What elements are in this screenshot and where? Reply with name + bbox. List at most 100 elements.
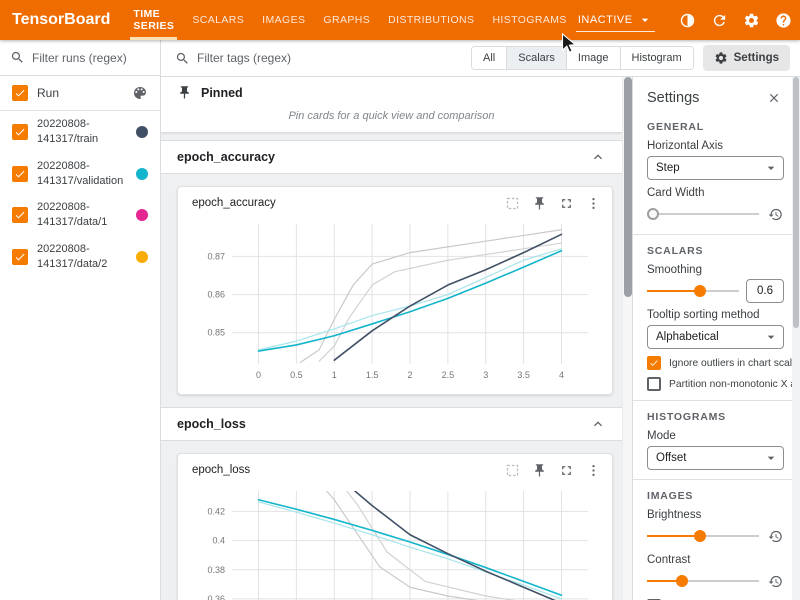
contrast-label: Contrast <box>647 554 784 566</box>
chip-all[interactable]: All <box>472 47 506 69</box>
ignore-outliers-checkbox[interactable] <box>647 356 661 370</box>
run-color-dot <box>136 251 148 263</box>
fullscreen-icon[interactable] <box>557 461 575 479</box>
run-list-item-train[interactable]: 20220808-141317/train <box>0 111 160 153</box>
tag-filter-row: All Scalars Image Histogram Settings <box>161 40 800 77</box>
section-header-epoch-accuracy[interactable]: epoch_accuracy <box>161 140 622 174</box>
pin-icon <box>177 85 192 100</box>
run-list-item-data-2[interactable]: 20220808-141317/data/2 <box>0 236 160 278</box>
reset-icon <box>768 574 783 589</box>
card-width-reset-button[interactable] <box>766 205 784 223</box>
collapse-chevron-icon[interactable] <box>590 416 606 432</box>
line-chart-epoch-loss[interactable]: 00.511.522.533.540.360.380.40.42 <box>178 479 612 600</box>
partition-x-axis-checkbox[interactable] <box>647 377 661 391</box>
line-chart-epoch-accuracy[interactable]: 00.511.522.533.540.850.860.87 <box>178 212 612 394</box>
smoothing-slider[interactable] <box>647 282 739 300</box>
svg-text:0.87: 0.87 <box>207 251 225 261</box>
smoothing-value-input[interactable] <box>746 279 784 303</box>
svg-text:1.5: 1.5 <box>366 370 379 380</box>
chip-image[interactable]: Image <box>566 47 620 69</box>
brightness-slider-thumb[interactable] <box>694 530 706 542</box>
run-checkbox[interactable] <box>12 124 28 140</box>
gear-icon <box>714 51 728 65</box>
gear-icon <box>743 12 760 29</box>
svg-text:4: 4 <box>559 370 564 380</box>
tab-time-series[interactable]: TIME SERIES <box>124 0 183 40</box>
top-app-bar: TensorBoard TIME SERIES SCALARS IMAGES G… <box>0 0 800 40</box>
fit-domain-icon[interactable] <box>503 461 521 479</box>
svg-text:2.5: 2.5 <box>442 370 455 380</box>
theme-toggle-button[interactable] <box>675 7 701 33</box>
card-width-slider[interactable] <box>647 205 759 223</box>
tooltip-sorting-select[interactable]: Alphabetical <box>647 325 784 349</box>
scalar-card-epoch-loss: epoch_loss 00.511.522.533.540.360.380.40… <box>177 453 613 600</box>
contrast-icon <box>679 12 696 29</box>
svg-text:0.36: 0.36 <box>207 594 225 600</box>
reload-status-dropdown[interactable]: INACTIVE <box>576 9 655 32</box>
tab-histograms[interactable]: HISTOGRAMS <box>483 0 575 40</box>
close-settings-button[interactable] <box>764 88 784 108</box>
refresh-button[interactable] <box>707 7 733 33</box>
chevron-down-icon <box>763 329 779 345</box>
open-settings-button[interactable]: Settings <box>703 45 790 71</box>
contrast-slider-thumb[interactable] <box>676 575 688 587</box>
more-options-icon[interactable] <box>584 461 602 479</box>
run-list-item-validation[interactable]: 20220808-141317/validation <box>0 153 160 195</box>
pin-card-icon[interactable] <box>530 194 548 212</box>
smoothing-slider-thumb[interactable] <box>694 285 706 297</box>
chip-scalars[interactable]: Scalars <box>506 47 566 69</box>
brightness-reset-button[interactable] <box>766 527 784 545</box>
filter-tags-input[interactable] <box>197 51 385 65</box>
horizontal-axis-select[interactable]: Step <box>647 156 784 180</box>
run-checkbox[interactable] <box>12 166 28 182</box>
pin-card-icon[interactable] <box>530 461 548 479</box>
run-checkbox[interactable] <box>12 249 28 265</box>
images-heading: IMAGES <box>647 490 784 502</box>
filter-runs-input[interactable] <box>32 51 150 65</box>
general-heading: GENERAL <box>647 121 784 133</box>
chip-histogram[interactable]: Histogram <box>620 47 693 69</box>
card-width-slider-thumb[interactable] <box>647 208 659 220</box>
section-header-epoch-loss[interactable]: epoch_loss <box>161 407 622 441</box>
brightness-label: Brightness <box>647 509 784 521</box>
collapse-chevron-icon[interactable] <box>590 149 606 165</box>
run-checkbox[interactable] <box>12 207 28 223</box>
help-button[interactable] <box>771 7 797 33</box>
svg-text:0.42: 0.42 <box>207 506 225 516</box>
fit-domain-icon[interactable] <box>503 194 521 212</box>
settings-scrollbar-thumb[interactable] <box>793 77 799 328</box>
run-color-dot <box>136 168 148 180</box>
run-list-item-data-1[interactable]: 20220808-141317/data/1 <box>0 194 160 236</box>
histogram-mode-select[interactable]: Offset <box>647 446 784 470</box>
select-all-runs-checkbox[interactable] <box>12 85 28 101</box>
app-title: TensorBoard <box>0 0 124 40</box>
fullscreen-icon[interactable] <box>557 194 575 212</box>
contrast-slider[interactable] <box>647 572 759 590</box>
settings-panel-wrap: Settings GENERAL Horizontal Axis Step Ca… <box>632 77 800 600</box>
tag-type-filter-group: All Scalars Image Histogram <box>471 46 694 70</box>
brightness-slider[interactable] <box>647 527 759 545</box>
tab-distributions[interactable]: DISTRIBUTIONS <box>379 0 483 40</box>
contrast-reset-button[interactable] <box>766 572 784 590</box>
svg-text:3: 3 <box>483 370 488 380</box>
tab-images[interactable]: IMAGES <box>253 0 314 40</box>
card-width-label: Card Width <box>647 187 784 199</box>
svg-text:0.38: 0.38 <box>207 565 225 575</box>
tab-graphs[interactable]: GRAPHS <box>314 0 379 40</box>
cards-scrollbar-thumb[interactable] <box>624 77 632 297</box>
tooltip-sorting-label: Tooltip sorting method <box>647 309 784 321</box>
histograms-heading: HISTOGRAMS <box>647 411 784 423</box>
card-zone: epoch_loss 00.511.522.533.540.360.380.40… <box>161 441 622 600</box>
runs-sidebar: Run 20220808-141317/train 20220808-14131… <box>0 40 161 600</box>
palette-icon[interactable] <box>132 85 148 101</box>
run-color-dot <box>136 126 148 138</box>
settings-scrollbar[interactable] <box>792 77 800 600</box>
svg-text:2: 2 <box>407 370 412 380</box>
lower-region: Pinned Pin cards for a quick view and co… <box>161 77 800 600</box>
cards-scrollbar[interactable] <box>622 77 632 600</box>
card-zone: epoch_accuracy 00.511.522.533.540.850.86… <box>161 174 622 407</box>
settings-panel: Settings GENERAL Horizontal Axis Step Ca… <box>633 77 792 600</box>
tab-scalars[interactable]: SCALARS <box>183 0 253 40</box>
more-options-icon[interactable] <box>584 194 602 212</box>
settings-gear-button[interactable] <box>739 7 765 33</box>
